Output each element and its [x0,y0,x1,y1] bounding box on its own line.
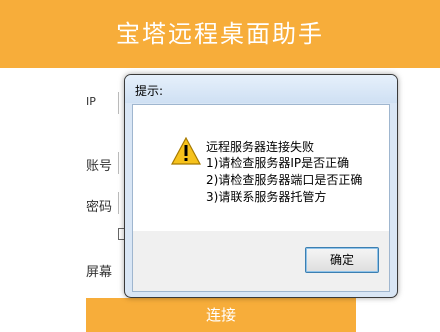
password-label: 密码 [86,200,113,215]
warning-icon [171,137,201,165]
dialog-footer: 确定 [133,231,389,291]
ip-label: IP [86,95,96,108]
message-line: 1)请检查服务器IP是否正确 [206,156,350,170]
dialog-titlebar[interactable]: 提示: [125,75,397,103]
screen-label: 屏幕 [86,265,113,280]
connect-button[interactable]: 连接 [86,298,356,332]
message-line: 远程服务器连接失败 [206,140,315,154]
dialog-body: 远程服务器连接失败 1)请检查服务器IP是否正确 2)请检查服务器端口是否正确 … [132,104,390,292]
message-line: 2)请检查服务器端口是否正确 [206,173,363,187]
dialog-content: 远程服务器连接失败 1)请检查服务器IP是否正确 2)请检查服务器端口是否正确 … [133,105,389,231]
ok-button[interactable]: 确定 [305,247,379,273]
dialog-title: 提示: [135,84,164,98]
message-line: 3)请联系服务器托管方 [206,190,327,204]
account-label: 账号 [86,159,113,174]
error-dialog: 提示: 远程服务器连接失败 1)请检查服务器IP是否正确 2)请检查服务器端口是… [124,74,398,298]
app-title: 宝塔远程桌面助手 [116,20,324,48]
app-header: 宝塔远程桌面助手 [0,0,440,68]
